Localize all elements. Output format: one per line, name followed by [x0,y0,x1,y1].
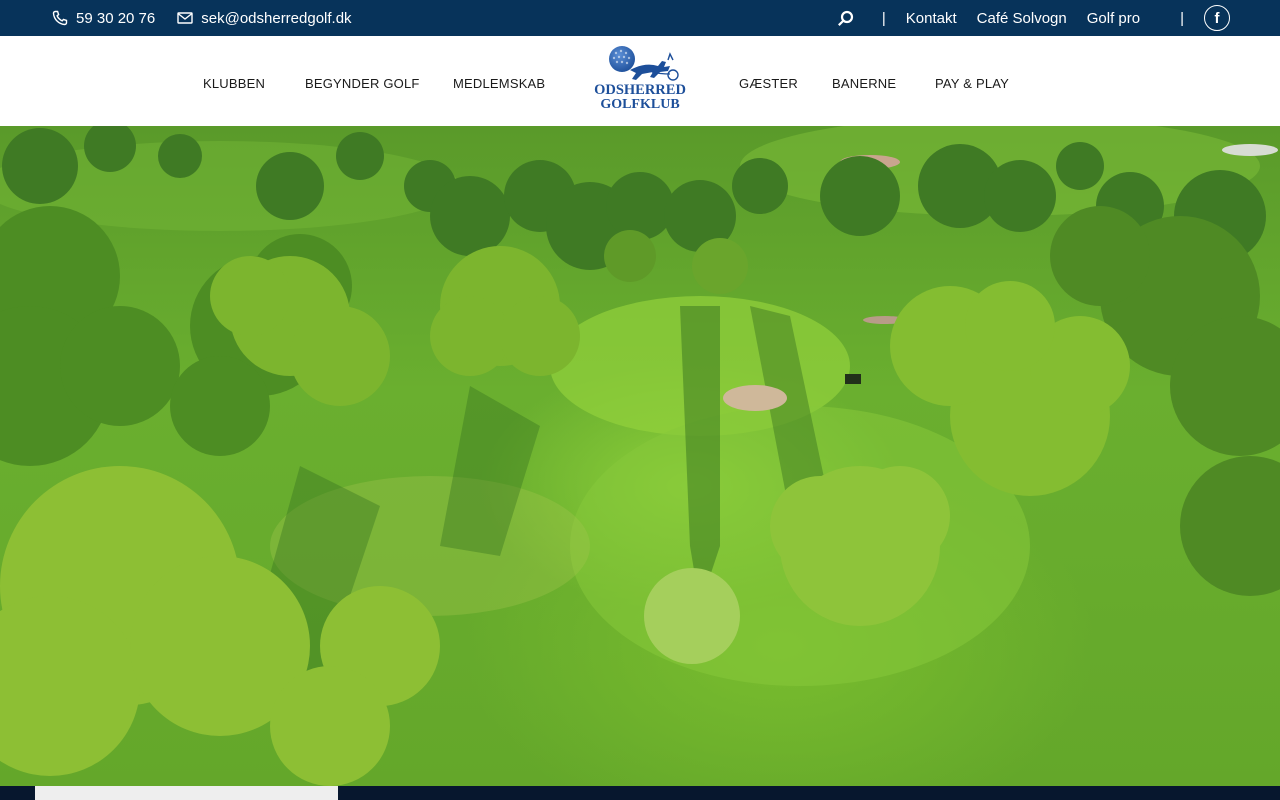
bottom-panel-tab [35,786,338,800]
nav-medlemskab[interactable]: MEDLEMSKAB [453,36,545,126]
search-button[interactable] [837,10,854,27]
link-golf-pro[interactable]: Golf pro [1087,10,1140,27]
facebook-icon[interactable]: f [1204,5,1230,31]
nav-gaester[interactable]: GÆSTER [739,36,798,126]
golf-course-aerial-photo [0,126,1280,786]
email-address: sek@odsherredgolf.dk [201,9,352,27]
main-navigation: KLUBBEN BEGYNDER GOLF MEDLEMSKAB ODSHERR… [0,36,1280,126]
logo-text-line2: GOLFKLUB [600,97,680,112]
email-link[interactable]: sek@odsherredgolf.dk [177,9,352,27]
phone-link[interactable]: 59 30 20 76 [52,10,155,27]
hero-image [0,126,1280,786]
nav-pay-and-play[interactable]: PAY & PLAY [935,36,1009,126]
nav-banerne[interactable]: BANERNE [832,36,896,126]
search-icon [837,10,853,26]
contact-info: 59 30 20 76 sek@odsherredgolf.dk [52,0,352,36]
phone-number: 59 30 20 76 [76,9,156,27]
nav-begynder-golf[interactable]: BEGYNDER GOLF [305,36,420,126]
separator: | [881,9,886,27]
top-links: | Kontakt Café Solvogn Golf pro | f [837,0,1230,36]
separator: | [1180,9,1184,27]
golf-ball-horse-logo-icon [609,46,679,81]
link-cafe-solvogn[interactable]: Café Solvogn [977,10,1067,27]
link-kontakt[interactable]: Kontakt [906,10,957,27]
club-logo[interactable]: ODSHERRED GOLFKLUB [590,44,690,118]
top-bar: 59 30 20 76 sek@odsherredgolf.dk | Konta… [0,0,1280,36]
nav-klubben[interactable]: KLUBBEN [203,36,265,126]
phone-icon [52,10,68,26]
mail-icon [177,12,193,24]
